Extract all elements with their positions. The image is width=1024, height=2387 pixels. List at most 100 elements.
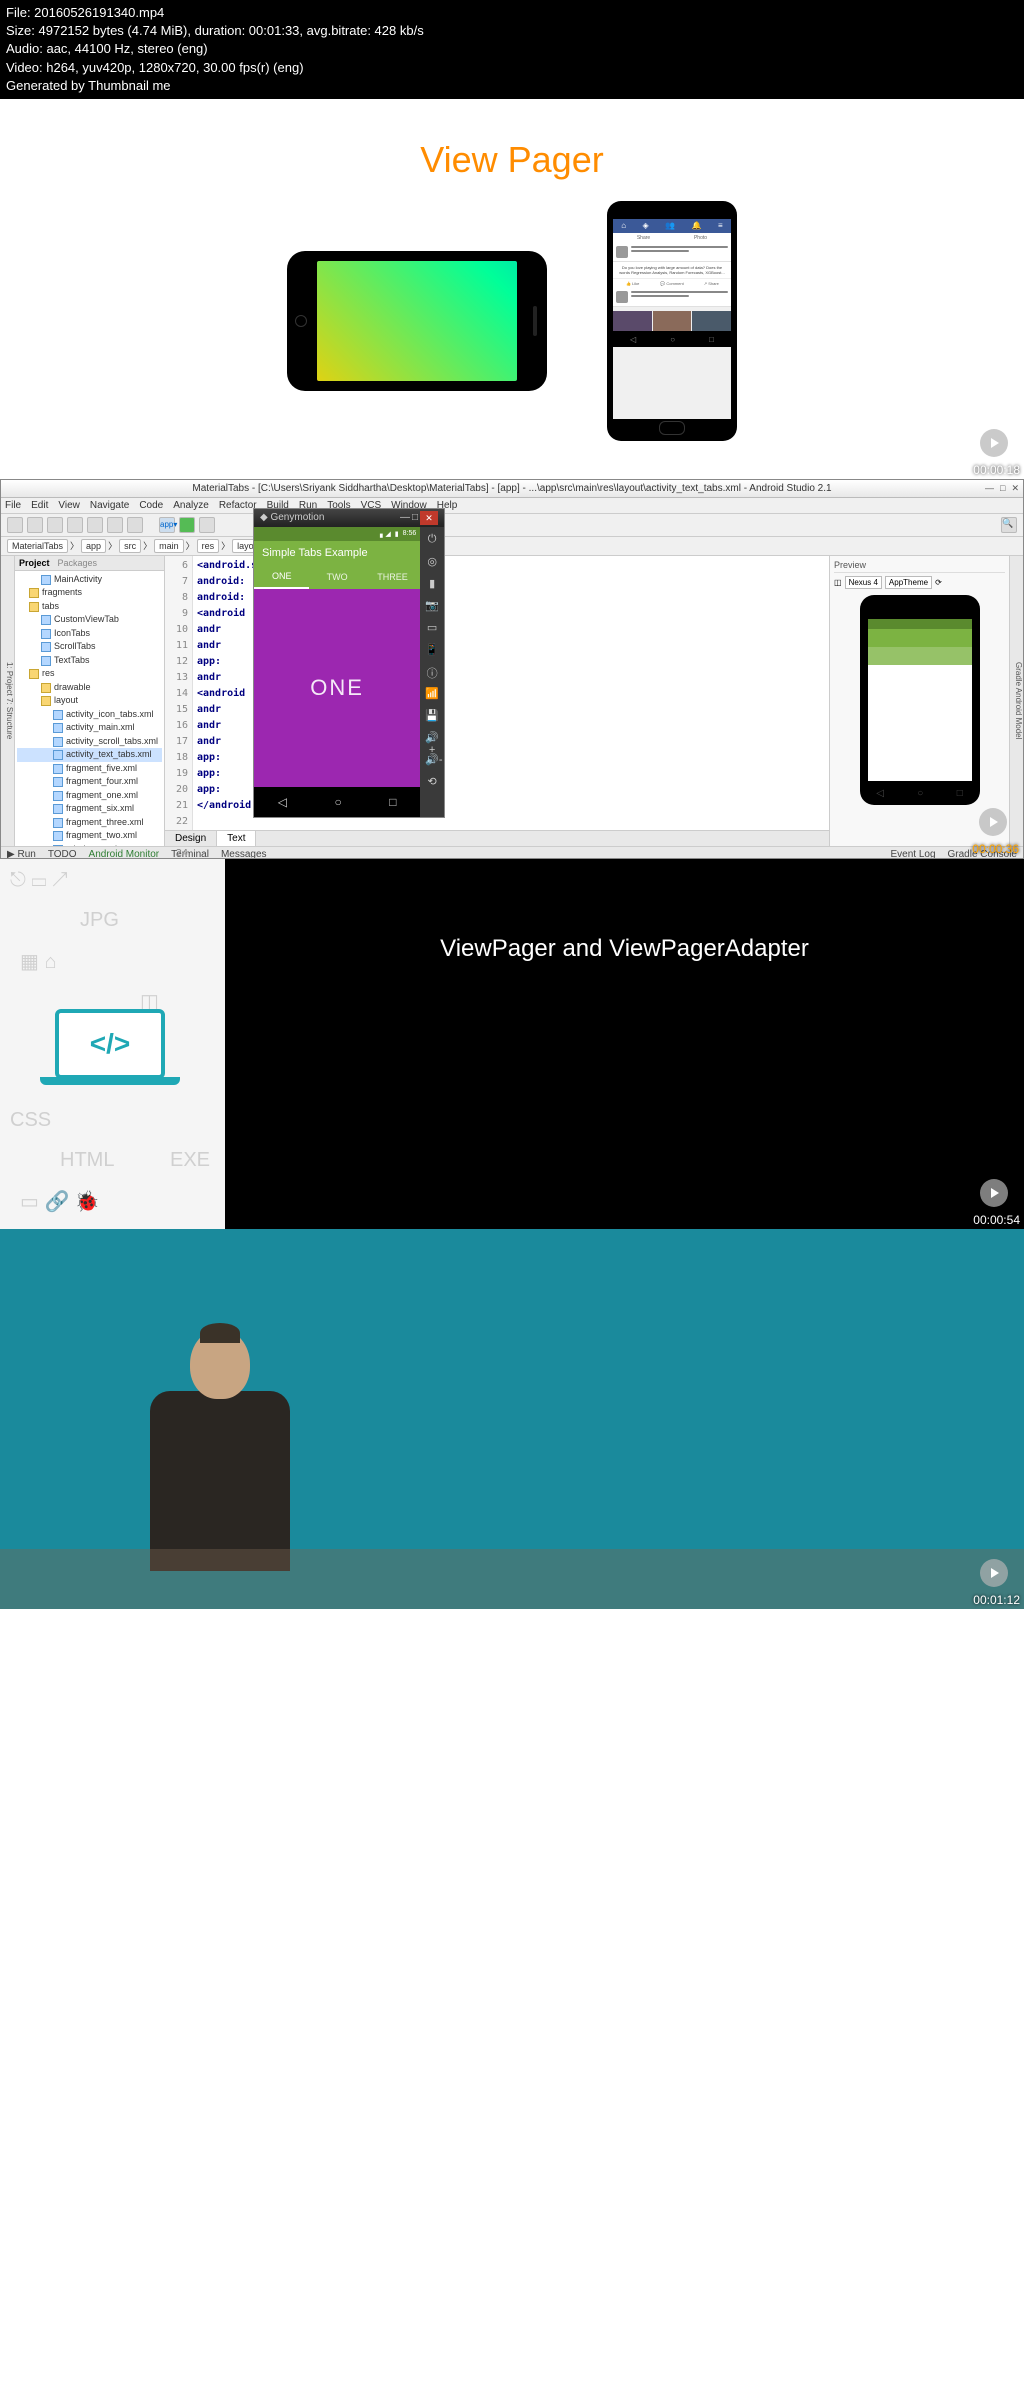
tree-item[interactable]: layout bbox=[17, 694, 162, 708]
rotate-icon[interactable]: ⟲ bbox=[425, 775, 439, 789]
capture-icon[interactable]: ▭ bbox=[425, 621, 439, 635]
tree-item[interactable]: fragment_two.xml bbox=[17, 829, 162, 843]
menu-code[interactable]: Code bbox=[139, 500, 163, 511]
menu-bar[interactable]: File Edit View Navigate Code Analyze Ref… bbox=[1, 498, 1023, 514]
monitor-tab[interactable]: Android Monitor bbox=[89, 849, 160, 859]
crumb[interactable]: main bbox=[154, 539, 184, 553]
tree-item[interactable]: fragment_three.xml bbox=[17, 816, 162, 830]
slide1-title: View Pager bbox=[0, 99, 1024, 181]
tree-item[interactable]: tabs bbox=[17, 600, 162, 614]
network-icon[interactable]: 📶 bbox=[425, 687, 439, 701]
thumbnail-2-android-studio: MaterialTabs - [C:\Users\Sriyank Siddhar… bbox=[0, 479, 1024, 859]
tb-open-icon[interactable] bbox=[7, 517, 23, 533]
battery-icon[interactable]: ▮ bbox=[425, 577, 439, 591]
tab-three[interactable]: THREE bbox=[365, 565, 420, 589]
play-icon[interactable] bbox=[980, 1559, 1008, 1587]
genymotion-window[interactable]: ◆ Genymotion — □ ✕ ▖◢▮8:56 Simple Tabs E… bbox=[253, 508, 445, 818]
disk-icon[interactable]: 💾 bbox=[425, 709, 439, 723]
theme-select[interactable]: AppTheme bbox=[885, 576, 932, 589]
vol-down-icon[interactable]: 🔊- bbox=[425, 753, 439, 767]
pager-content[interactable]: ONE bbox=[254, 589, 420, 787]
left-gutter[interactable]: 1: Project 7: Structure bbox=[1, 556, 15, 846]
play-icon[interactable] bbox=[980, 429, 1008, 457]
close-icon[interactable]: ✕ bbox=[420, 511, 438, 525]
gps-icon[interactable]: ◎ bbox=[425, 555, 439, 569]
eventlog-tab[interactable]: Event Log bbox=[890, 849, 935, 859]
play-icon[interactable] bbox=[980, 1179, 1008, 1207]
tree-item[interactable]: res bbox=[17, 667, 162, 681]
tree-item[interactable]: ScrollTabs bbox=[17, 640, 162, 654]
phone-screen-abstract bbox=[317, 261, 517, 381]
tb-search-icon[interactable]: 🔍 bbox=[1001, 517, 1017, 533]
project-panel: Project Packages MainActivityfragmentsta… bbox=[15, 556, 165, 846]
id-icon[interactable]: ⓘ bbox=[425, 665, 439, 679]
tb-undo-icon[interactable] bbox=[47, 517, 63, 533]
run-tab[interactable]: ▶ Run bbox=[7, 849, 36, 859]
project-tree[interactable]: MainActivityfragmentstabsCustomViewTabIc… bbox=[15, 571, 164, 846]
slide3-content: ViewPager and ViewPagerAdapter 00:00:54 bbox=[225, 859, 1024, 1229]
tree-item[interactable]: drawable bbox=[17, 681, 162, 695]
tree-item[interactable]: fragment_one.xml bbox=[17, 789, 162, 803]
right-gutter[interactable]: Gradle Android Model bbox=[1009, 556, 1023, 846]
emulator-sidebar: ⏻ ◎ ▮ 📷 ▭ 📱 ⓘ 📶 💾 🔊+ 🔊- ⟲ bbox=[420, 527, 444, 817]
emulator-screen[interactable]: ▖◢▮8:56 Simple Tabs Example ONE TWO THRE… bbox=[254, 527, 420, 817]
tree-item[interactable]: fragment_five.xml bbox=[17, 762, 162, 776]
vol-up-icon[interactable]: 🔊+ bbox=[425, 731, 439, 745]
todo-tab[interactable]: TODO bbox=[48, 849, 77, 859]
tab-two[interactable]: TWO bbox=[309, 565, 364, 589]
tb-run-icon[interactable] bbox=[179, 517, 195, 533]
device-select[interactable]: Nexus 4 bbox=[845, 576, 882, 589]
messages-tab[interactable]: Messages bbox=[221, 849, 267, 859]
phone-landscape bbox=[287, 251, 547, 391]
tb-redo-icon[interactable] bbox=[67, 517, 83, 533]
tree-item[interactable]: TextTabs bbox=[17, 654, 162, 668]
menu-edit[interactable]: Edit bbox=[31, 500, 48, 511]
tree-item[interactable]: IconTabs bbox=[17, 627, 162, 641]
window-title: MaterialTabs - [C:\Users\Sriyank Siddhar… bbox=[1, 480, 1023, 498]
menu-file[interactable]: File bbox=[5, 500, 21, 511]
refresh-icon[interactable]: ⟳ bbox=[935, 578, 942, 587]
tree-item[interactable]: MainActivity bbox=[17, 573, 162, 587]
tree-item[interactable]: activity_main.xml bbox=[17, 721, 162, 735]
project-tab[interactable]: Project bbox=[19, 558, 50, 568]
menu-navigate[interactable]: Navigate bbox=[90, 500, 129, 511]
tree-item[interactable]: activity_icon_tabs.xml bbox=[17, 708, 162, 722]
phone-screen-feed: ⌂◈👥🔔≡ SharePhoto Do you love playing wit… bbox=[613, 219, 731, 419]
crumb[interactable]: src bbox=[119, 539, 141, 553]
tree-item[interactable]: activity_text_tabs.xml bbox=[17, 748, 162, 762]
tree-item[interactable]: activity_scroll_tabs.xml bbox=[17, 735, 162, 749]
packages-tab[interactable]: Packages bbox=[58, 558, 98, 568]
meta-audio: Audio: aac, 44100 Hz, stereo (eng) bbox=[6, 40, 1018, 58]
crumb[interactable]: MaterialTabs bbox=[7, 539, 68, 553]
tb-debug-icon[interactable] bbox=[199, 517, 215, 533]
menu-analyze[interactable]: Analyze bbox=[173, 500, 209, 511]
crumb[interactable]: app bbox=[81, 539, 106, 553]
tb-cut-icon[interactable] bbox=[87, 517, 103, 533]
tree-item[interactable]: CustomViewTab bbox=[17, 613, 162, 627]
timestamp: 00:01:12 bbox=[973, 1593, 1020, 1607]
camera-icon[interactable]: 📷 bbox=[425, 599, 439, 613]
tree-item[interactable]: fragment_six.xml bbox=[17, 802, 162, 816]
preview-panel: Preview ◫ Nexus 4 AppTheme ⟳ ◁○□ bbox=[829, 556, 1009, 846]
tb-paste-icon[interactable] bbox=[127, 517, 143, 533]
tab-one[interactable]: ONE bbox=[254, 565, 309, 589]
crumb[interactable]: res bbox=[197, 539, 220, 553]
tree-item[interactable]: tab_item.xml bbox=[17, 843, 162, 846]
android-nav[interactable]: ◁○□ bbox=[254, 787, 420, 817]
design-tab[interactable]: Design bbox=[165, 831, 217, 846]
tb-save-icon[interactable] bbox=[27, 517, 43, 533]
power-icon[interactable]: ⏻ bbox=[425, 533, 439, 547]
geny-title: Genymotion bbox=[270, 512, 324, 523]
thumbnail-1: View Pager ⌂◈👥🔔≡ SharePhoto Do you love … bbox=[0, 99, 1024, 479]
play-icon[interactable] bbox=[979, 808, 1007, 836]
text-tab[interactable]: Text bbox=[217, 831, 256, 846]
tb-run-config[interactable]: app▾ bbox=[159, 517, 175, 533]
breadcrumb: MaterialTabs〉 app〉 src〉 main〉 res〉 layou… bbox=[1, 537, 1023, 556]
window-controls[interactable]: —□✕ bbox=[985, 483, 1019, 494]
menu-view[interactable]: View bbox=[58, 500, 80, 511]
tree-item[interactable]: fragments bbox=[17, 586, 162, 600]
tb-copy-icon[interactable] bbox=[107, 517, 123, 533]
tree-item[interactable]: fragment_four.xml bbox=[17, 775, 162, 789]
remote-icon[interactable]: 📱 bbox=[425, 643, 439, 657]
menu-refactor[interactable]: Refactor bbox=[219, 500, 257, 511]
